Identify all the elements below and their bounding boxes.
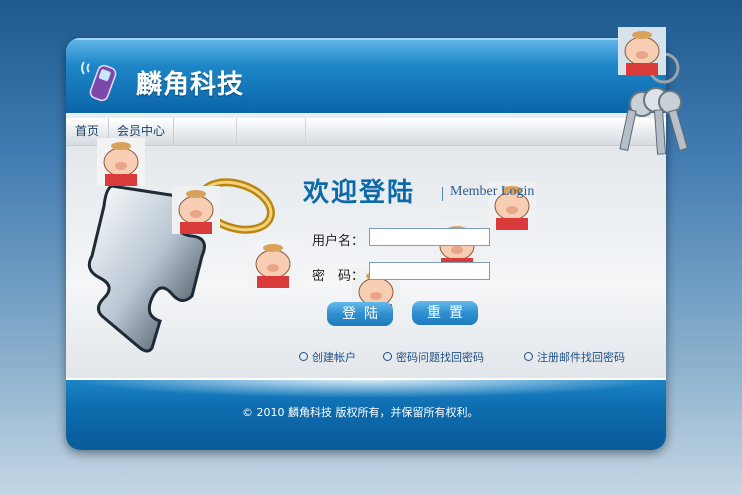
email-recover-link[interactable]: 注册邮件找回密码 (524, 349, 625, 365)
nav-bar: 首页 会员中心 (66, 118, 666, 146)
footer-highlight (66, 378, 666, 398)
brand-logo-text: 麟角科技 (136, 70, 245, 100)
circle-bullet-icon (524, 352, 533, 361)
pig-avatar-icon (249, 240, 297, 288)
circle-bullet-icon (299, 352, 308, 361)
question-recover-link[interactable]: 密码问题找回密码 (383, 349, 484, 365)
nav-blank-slot (173, 118, 237, 145)
login-button[interactable]: 登陆 (327, 302, 393, 326)
member-login-subtitle: Member Login (450, 184, 535, 199)
question-recover-label: 密码问题找回密码 (396, 351, 484, 364)
create-account-link[interactable]: 创建帐户 (299, 349, 356, 365)
circle-bullet-icon (383, 352, 392, 361)
email-recover-label: 注册邮件找回密码 (537, 351, 625, 364)
username-label: 用户名： (312, 234, 365, 249)
pig-avatar-icon (97, 138, 145, 186)
nav-blank-slot (237, 118, 306, 145)
header-banner: 麟角科技 (66, 38, 666, 113)
username-input[interactable] (369, 228, 490, 246)
password-input[interactable] (369, 262, 490, 280)
pig-avatar-icon (172, 186, 220, 234)
title-divider (442, 187, 443, 201)
mobile-phone-icon (81, 61, 117, 102)
pig-avatar-icon (618, 27, 666, 75)
welcome-title: 欢迎登陆 (303, 178, 416, 208)
password-label: 密 码： (312, 269, 365, 284)
reset-button[interactable]: 重置 (412, 301, 478, 325)
create-account-label: 创建帐户 (312, 351, 356, 364)
copyright-text: © 2010 麟角科技 版权所有，并保留所有权利。 (242, 406, 479, 419)
